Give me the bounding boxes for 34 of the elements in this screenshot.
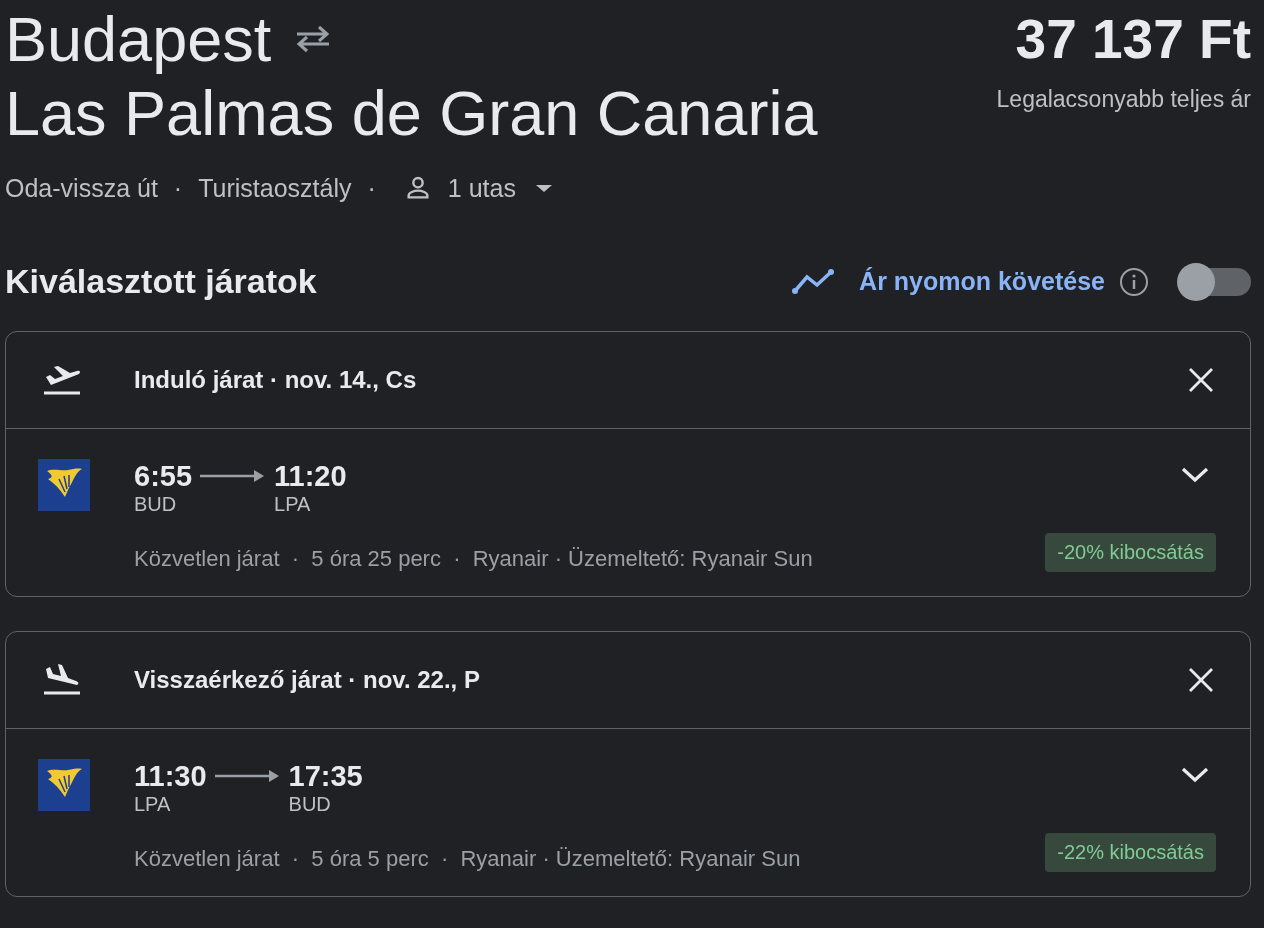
- tracking-toggle[interactable]: [1177, 262, 1251, 301]
- price-note: Legalacsonyabb teljes ár: [996, 86, 1251, 113]
- departure-airport: BUD: [134, 493, 178, 516]
- arrival-time: 11:20: [274, 459, 347, 493]
- airline-logo: [38, 759, 90, 811]
- departure-time: 6:55: [134, 459, 193, 493]
- flight-title: Visszaérkező járat · nov. 22., P: [134, 666, 481, 694]
- emissions-badge: -20% kibocsátás: [1045, 533, 1216, 572]
- landing-icon: [42, 663, 82, 697]
- departure-time: 11:30: [134, 759, 207, 793]
- price-tracking-button[interactable]: Ár nyomon követése: [791, 267, 1105, 296]
- info-icon[interactable]: [1119, 266, 1149, 297]
- flight-details: Közvetlen járat · 5 óra 5 perc · Ryanair · Üzemeltető: Ryanair Sun: [134, 846, 802, 872]
- passengers-button[interactable]: 1 utas: [391, 172, 558, 204]
- trip-type: Oda-vissza út: [5, 173, 158, 203]
- total-price: 37 137 Ft: [1015, 7, 1251, 72]
- section-title: Kiválasztott járatok: [5, 262, 317, 301]
- departure-airport: LPA: [134, 793, 172, 816]
- separator-dot: ·: [173, 173, 183, 203]
- chevron-down-icon: [1180, 765, 1210, 785]
- arrival-airport: BUD: [288, 793, 332, 816]
- destination-city: Las Palmas de Gran Canaria: [5, 77, 818, 150]
- separator-dot: ·: [367, 173, 376, 203]
- takeoff-icon: [42, 363, 82, 397]
- airline-logo: [38, 459, 90, 511]
- cabin-class: Turistaosztály: [198, 173, 352, 203]
- arrival-airport: LPA: [274, 493, 312, 516]
- chevron-down-icon: [1180, 465, 1210, 485]
- flight-details: Közvetlen járat · 5 óra 25 perc · Ryanair · Üzemeltető: Ryanair Sun: [134, 546, 814, 572]
- emissions-badge: -22% kibocsátás: [1045, 833, 1216, 872]
- origin-city: Budapest: [5, 3, 272, 76]
- flight-title: Induló járat · nov. 14., Cs: [134, 366, 418, 394]
- arrival-time: 17:35: [288, 759, 363, 793]
- arrow-icon: [214, 769, 281, 783]
